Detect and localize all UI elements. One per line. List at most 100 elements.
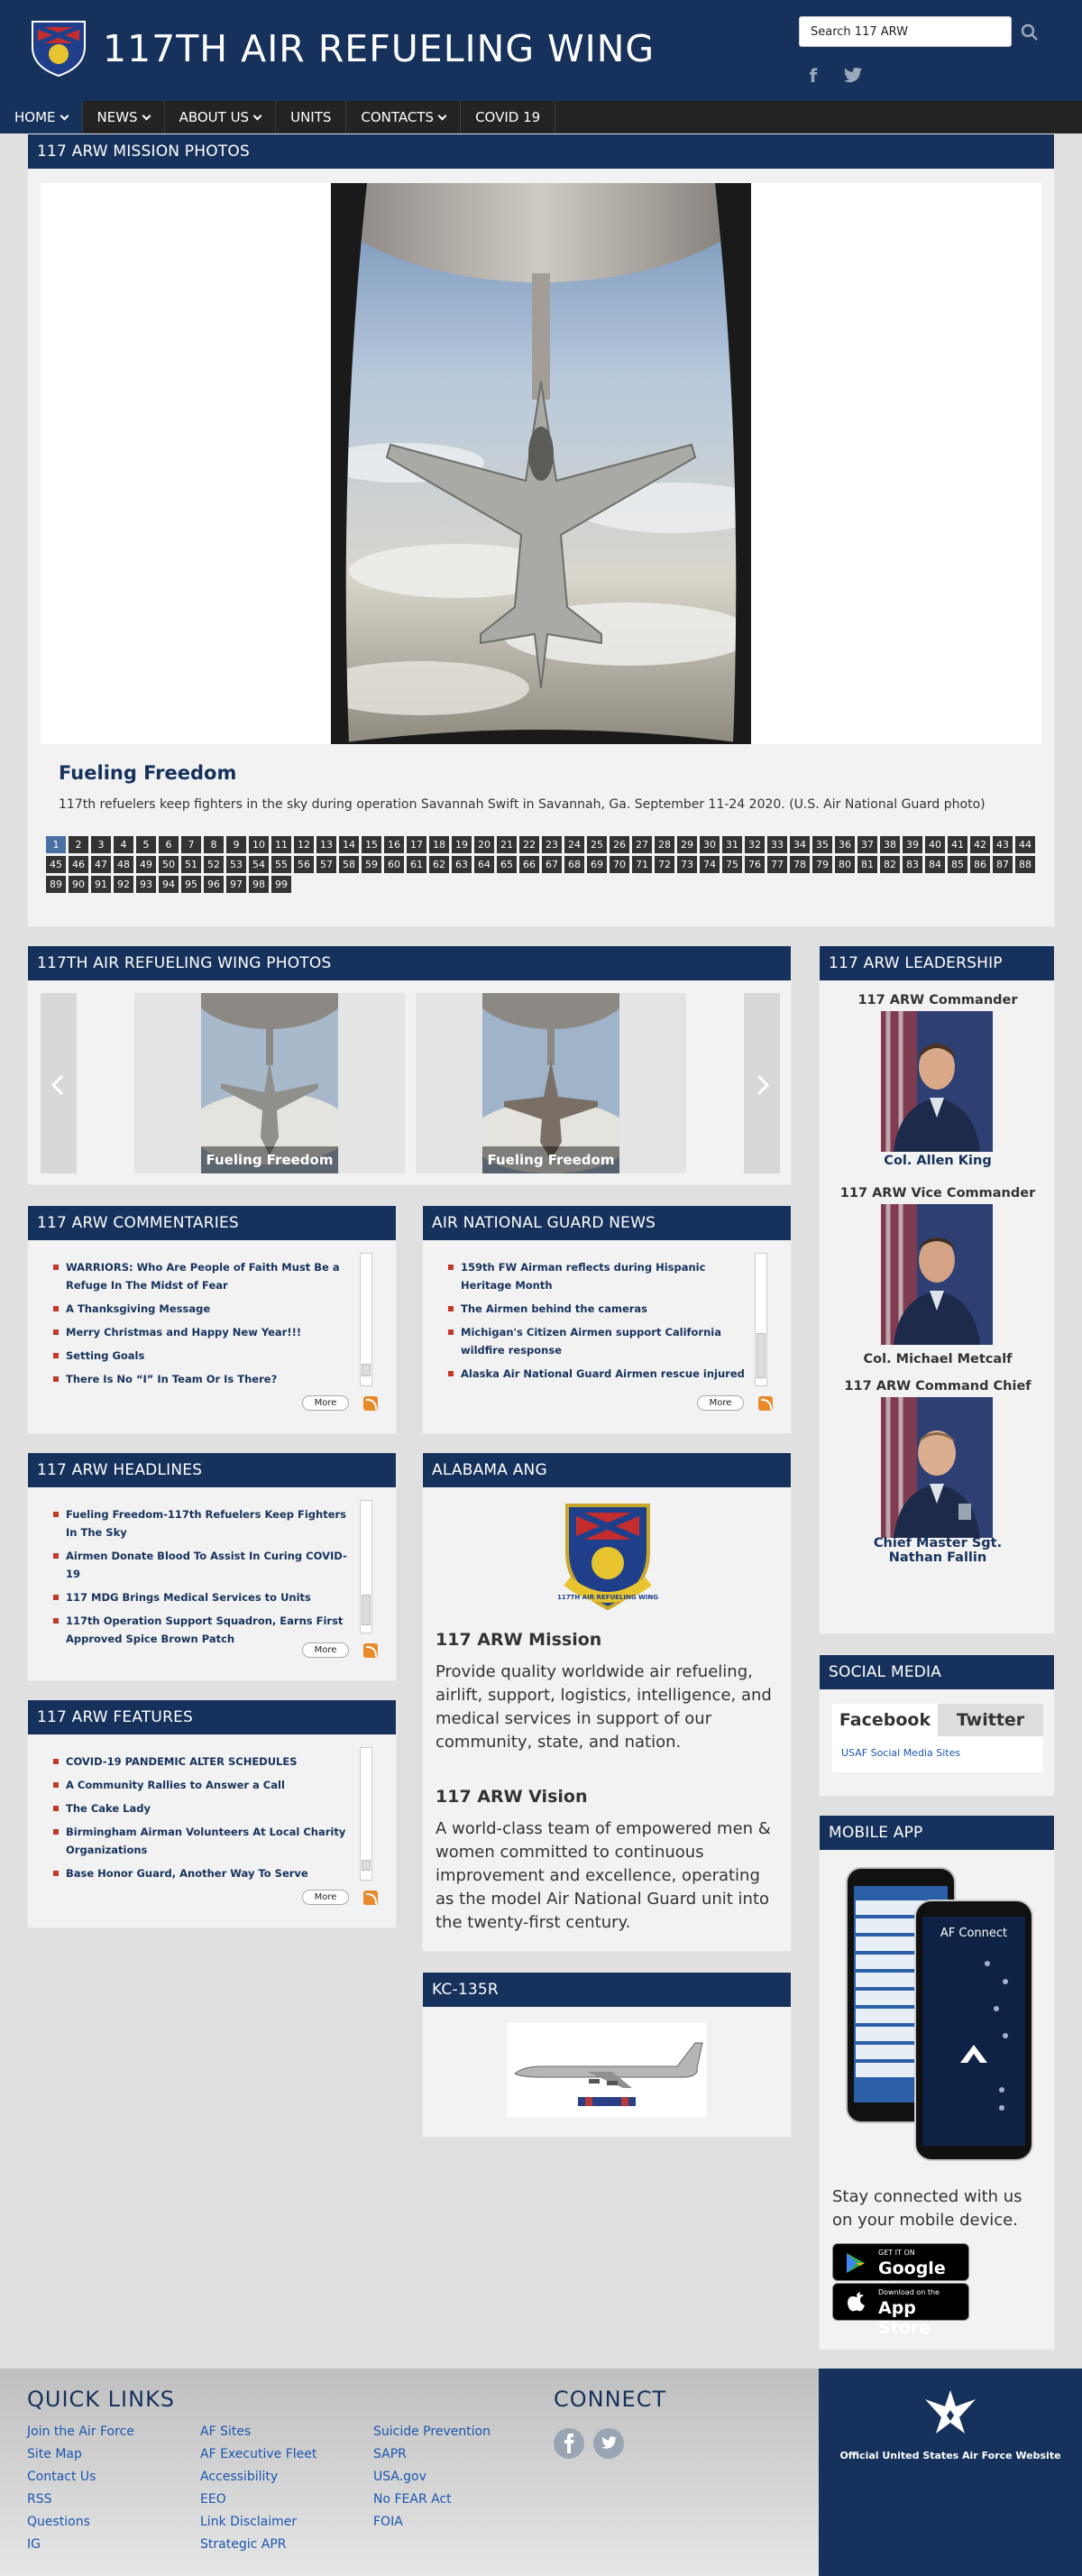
page-number-button[interactable]: 74 [700,856,720,873]
tab-facebook[interactable]: Facebook [832,1704,938,1736]
vice-commander-portrait[interactable] [881,1204,993,1345]
list-item[interactable]: The Cake Lady [53,1799,360,1817]
footer-link[interactable]: Link Disclaimer [200,2511,316,2534]
page-number-button[interactable]: 46 [69,856,88,873]
af-website-link[interactable]: Official United States Air Force Website [819,2450,1082,2461]
footer-link[interactable]: Site Map [27,2443,134,2466]
carousel-thumbnail[interactable]: Fueling Freedom [470,939,632,1173]
page-number-button[interactable]: 99 [271,876,291,893]
facebook-icon[interactable] [554,2428,584,2459]
page-number-button[interactable]: 47 [91,856,111,873]
footer-link[interactable]: AF Executive Fleet [200,2443,316,2466]
page-number-button[interactable]: 15 [362,836,381,853]
page-number-button[interactable]: 42 [970,836,990,853]
page-number-button[interactable]: 27 [632,836,652,853]
page-number-button[interactable]: 13 [316,836,336,853]
twitter-icon[interactable] [843,67,863,85]
list-item[interactable]: Alaska Air National Guard Airmen rescue … [448,1365,755,1383]
carousel-prev-button[interactable] [41,993,77,1173]
page-number-button[interactable]: 41 [948,836,967,853]
page-number-button[interactable]: 56 [294,856,314,873]
footer-link[interactable]: Strategic APR [200,2534,316,2556]
page-number-button[interactable]: 23 [542,836,562,853]
page-number-button[interactable]: 80 [835,856,855,873]
page-number-button[interactable]: 75 [722,856,742,873]
scrollbar-thumb[interactable] [362,1860,371,1871]
list-scrollbar[interactable] [755,1253,767,1386]
kc135-aircraft-image[interactable] [506,2021,708,2119]
page-number-button[interactable]: 22 [519,836,539,853]
rss-icon[interactable] [363,1643,378,1658]
page-number-button[interactable]: 82 [880,856,900,873]
page-number-button[interactable]: 29 [677,836,697,853]
list-item[interactable]: Fueling Freedom-117th Refuelers Keep Fig… [53,1505,360,1541]
page-number-button[interactable]: 76 [745,856,765,873]
page-number-button[interactable]: 45 [46,856,66,873]
page-number-button[interactable]: 18 [429,836,449,853]
page-number-button[interactable]: 52 [204,856,224,873]
page-number-button[interactable]: 5 [136,836,156,853]
page-number-button[interactable]: 6 [159,836,179,853]
page-number-button[interactable]: 31 [722,836,742,853]
page-number-button[interactable]: 7 [181,836,201,853]
page-number-button[interactable]: 78 [790,856,810,873]
page-number-button[interactable]: 33 [767,836,787,853]
tab-twitter[interactable]: Twitter [938,1704,1043,1736]
scrollbar-thumb[interactable] [756,1333,766,1378]
page-number-button[interactable]: 71 [632,856,652,873]
page-number-button[interactable]: 60 [384,856,404,873]
page-number-button[interactable]: 79 [812,856,832,873]
page-number-button[interactable]: 4 [114,836,133,853]
page-number-button[interactable]: 87 [993,856,1013,873]
carousel-thumbnail[interactable]: Fueling Freedom [188,939,351,1173]
leader-name[interactable]: Col. Allen King [820,1154,1056,1168]
rss-icon[interactable] [758,1396,773,1411]
page-number-button[interactable]: 9 [226,836,246,853]
list-item[interactable]: A Thanksgiving Message [53,1300,360,1318]
page-number-button[interactable]: 44 [1015,836,1035,853]
page-number-button[interactable]: 70 [610,856,629,873]
page-number-button[interactable]: 21 [497,836,517,853]
page-number-button[interactable]: 62 [429,856,449,873]
page-number-button[interactable]: 58 [339,856,359,873]
page-number-button[interactable]: 61 [407,856,426,873]
page-number-button[interactable]: 93 [136,876,156,893]
page-number-button[interactable]: 81 [857,856,877,873]
app-store-button[interactable]: Download on the App Store [832,2283,969,2338]
list-item[interactable]: COVID-19 PANDEMIC ALTER SCHEDULES [53,1753,360,1771]
rss-icon[interactable] [363,1396,378,1411]
page-number-button[interactable]: 65 [497,856,517,873]
list-scrollbar[interactable] [360,1500,372,1633]
footer-link[interactable]: Questions [27,2511,134,2534]
page-number-button[interactable]: 72 [655,856,674,873]
list-item[interactable]: There Is No “I” In Team Or Is There? [53,1370,360,1388]
page-number-button[interactable]: 37 [857,836,877,853]
refueling-photo[interactable] [331,183,751,744]
footer-link[interactable]: RSS [27,2489,134,2511]
page-number-button[interactable]: 32 [745,836,765,853]
footer-link[interactable]: SAPR [373,2443,491,2466]
search-input[interactable] [799,16,1012,47]
page-number-button[interactable]: 20 [474,836,494,853]
page-number-button[interactable]: 94 [159,876,179,893]
footer-link[interactable]: Suicide Prevention [373,2421,491,2443]
page-number-button[interactable]: 89 [46,876,66,893]
page-number-button[interactable]: 96 [204,876,224,893]
more-button[interactable]: More [302,1890,349,1905]
list-item[interactable]: 117 MDG Brings Medical Services to Units [53,1588,360,1606]
footer-link[interactable]: FOIA [373,2511,491,2534]
page-number-button[interactable]: 85 [948,856,967,873]
photo-title[interactable]: Fueling Freedom [59,762,236,784]
leader-name[interactable]: Chief Master Sgt. Nathan Fallin [848,1536,1028,1565]
page-number-button[interactable]: 39 [903,836,922,853]
page-number-button[interactable]: 49 [136,856,156,873]
leader-name[interactable]: Col. Michael Metcalf [820,1352,1056,1366]
page-number-button[interactable]: 88 [1015,856,1035,873]
page-number-button[interactable]: 68 [564,856,584,873]
page-number-button[interactable]: 90 [69,876,88,893]
page-number-button[interactable]: 35 [812,836,832,853]
scrollbar-thumb[interactable] [362,1595,371,1625]
page-number-button[interactable]: 48 [114,856,133,873]
page-number-button[interactable]: 1 [46,836,66,853]
page-number-button[interactable]: 25 [587,836,607,853]
